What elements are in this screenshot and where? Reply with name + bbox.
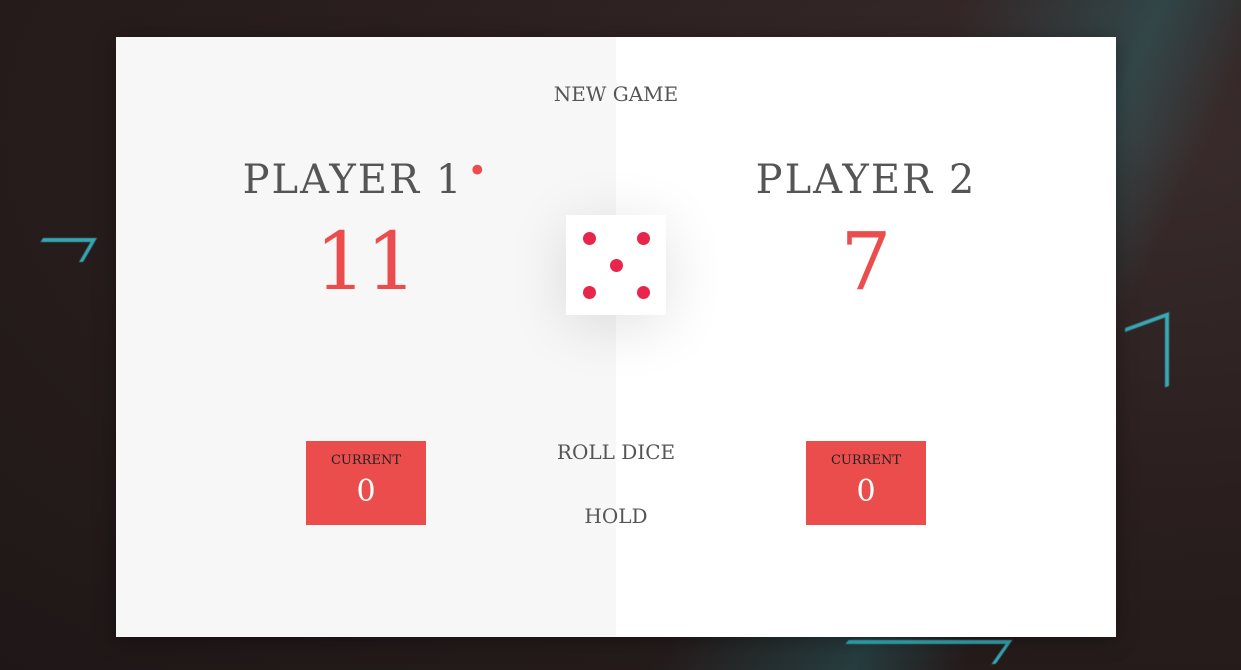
- active-player-indicator-icon: •: [467, 151, 490, 191]
- player-2-name-label: PLAYER 2: [755, 157, 977, 203]
- dice-icon: [566, 215, 666, 315]
- dice-pip: [609, 258, 623, 272]
- player-1-name-label: PLAYER 1: [242, 157, 464, 203]
- game-board: PLAYER 1 • 11 CURRENT 0 PLAYER 2 7 CURREN…: [116, 37, 1116, 637]
- roll-dice-button-row: ROLL DICE: [116, 440, 1116, 464]
- dice-pip: [582, 231, 596, 245]
- dice-pip: [582, 285, 596, 299]
- player-1-name: PLAYER 1 •: [116, 151, 616, 203]
- player-1-panel: PLAYER 1 • 11 CURRENT 0: [116, 37, 616, 637]
- dice-pip: [636, 231, 650, 245]
- background-glow: [831, 640, 1013, 664]
- player-2-score: 7: [840, 215, 892, 308]
- new-game-button[interactable]: NEW GAME: [554, 82, 679, 106]
- player-2-name: PLAYER 2: [616, 157, 1116, 203]
- player-2-panel: PLAYER 2 7 CURRENT 0: [616, 37, 1116, 637]
- dice-pip: [636, 285, 650, 299]
- new-game-button-row: NEW GAME: [116, 82, 1116, 106]
- hold-button[interactable]: HOLD: [584, 504, 647, 528]
- player-1-score: 11: [315, 215, 417, 308]
- roll-dice-button[interactable]: ROLL DICE: [557, 440, 675, 464]
- hold-button-row: HOLD: [116, 504, 1116, 528]
